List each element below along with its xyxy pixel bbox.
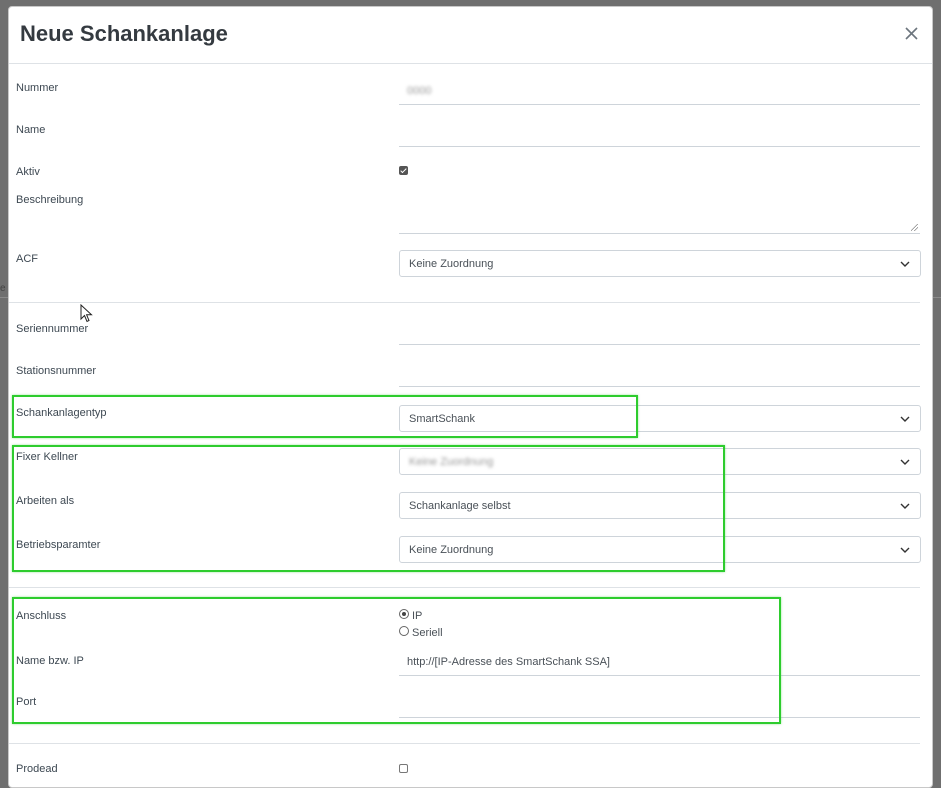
nummer-field[interactable]: 0000	[399, 75, 920, 105]
modal-title: Neue Schankanlage	[20, 21, 228, 46]
highlight-schankanlagentyp	[12, 395, 638, 438]
modal-header: Neue Schankanlage	[9, 7, 932, 64]
resize-grip-icon[interactable]	[911, 224, 918, 231]
chevron-down-icon	[900, 261, 910, 267]
aktiv-checkbox[interactable]	[399, 166, 408, 175]
seriennummer-label: Seriennummer	[16, 323, 89, 335]
bottom-checkbox[interactable]	[399, 764, 408, 773]
chevron-down-icon	[900, 459, 910, 465]
beschreibung-textarea[interactable]	[399, 198, 920, 234]
close-button[interactable]	[900, 22, 924, 46]
stationsnummer-label: Stationsnummer	[16, 365, 97, 377]
chevron-down-icon	[900, 547, 910, 553]
mouse-cursor-icon	[80, 304, 93, 323]
acf-select[interactable]: Keine Zuordnung	[399, 250, 921, 277]
acf-value: Keine Zuordnung	[409, 258, 494, 270]
section-divider	[9, 743, 920, 744]
name-field[interactable]	[399, 117, 920, 147]
beschreibung-label: Beschreibung	[16, 194, 84, 206]
section-divider	[9, 587, 920, 588]
name-label: Name	[16, 124, 46, 136]
highlight-kellner-group	[12, 445, 725, 572]
bottom-label: Prodead	[16, 763, 58, 775]
seriennummer-field[interactable]	[399, 315, 920, 345]
nummer-label: Nummer	[16, 82, 59, 94]
background-fragment: e	[0, 283, 6, 294]
highlight-anschluss-group	[12, 597, 781, 724]
close-icon	[905, 27, 918, 40]
chevron-down-icon	[900, 503, 910, 509]
stationsnummer-field[interactable]	[399, 357, 920, 387]
aktiv-label: Aktiv	[16, 166, 40, 178]
section-divider	[9, 302, 920, 303]
chevron-down-icon	[900, 416, 910, 422]
nummer-value: 0000	[407, 85, 432, 97]
acf-label: ACF	[16, 253, 38, 265]
